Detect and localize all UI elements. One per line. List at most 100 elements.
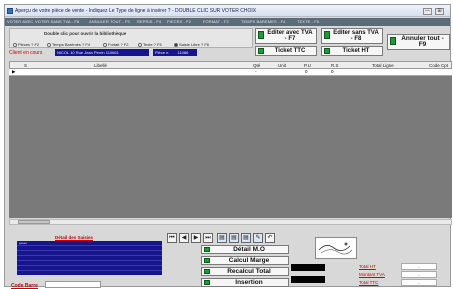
radio-saisie-libre-icon[interactable] — [174, 43, 178, 47]
radio-temps-baremes-icon[interactable] — [47, 43, 51, 47]
row-marker: ▶ — [12, 69, 16, 74]
total-ht-value: - — [401, 263, 437, 270]
margin-value-box — [291, 264, 325, 271]
add-record-icon[interactable]: ▤ — [217, 233, 227, 243]
code-barre-input[interactable] — [45, 281, 101, 288]
piece-label: Pièce n — [155, 50, 169, 55]
annuler-tout-button[interactable]: Annuler tout - F9 — [387, 34, 450, 50]
calcul-marge-label: Calcul Marge — [228, 257, 270, 264]
menu-item-repris[interactable]: REPRIS - F4 — [137, 19, 161, 24]
line-type-options: Double clic pour ouvrir la bibliothèque … — [9, 28, 253, 48]
radio-temps-baremes[interactable]: Temps Barémés ? F4 — [47, 42, 90, 47]
green-bar-icon — [390, 37, 396, 45]
green-bar-icon — [324, 31, 330, 39]
next-record-icon[interactable]: ▶ — [191, 233, 201, 243]
ticket-ttc-button[interactable]: Ticket TTC — [255, 46, 317, 56]
window-title: Aperçu de votre pièce de vente - Indique… — [15, 8, 257, 14]
menu-item-texte[interactable]: TEXTE - F5 — [297, 19, 319, 24]
menu-item-voter-avec[interactable]: VOTER AVEC — [7, 19, 33, 24]
prev-record-icon[interactable]: ◀ — [179, 233, 189, 243]
scrollbar-thumb[interactable] — [18, 220, 50, 224]
ticket-ttc-label: Ticket TTC — [274, 48, 306, 54]
total-value-box — [291, 276, 325, 283]
client-value: NICOL 10 Rue Jean Perrin 110661 — [55, 49, 149, 56]
code-barre-label: Code Barre — [11, 283, 38, 289]
detail-mo-label: Détail M.O — [233, 246, 265, 253]
menu-item-format[interactable]: FORMAT - F2 — [203, 19, 229, 24]
table-row[interactable]: ▶ - 0 0 — [9, 69, 452, 76]
radio-forfait[interactable]: Forfait ? F2 — [103, 42, 128, 47]
menu-item-annuler-tout[interactable]: ANNULER TOUT - F9 — [89, 19, 130, 24]
grid-header: S Libellé Qté Unit P.U R.S Total Ligne C… — [9, 61, 452, 69]
col-code-cpt[interactable]: Code Cpt — [429, 63, 448, 68]
title-bar: Aperçu de votre pièce de vente - Indique… — [5, 5, 450, 17]
detail-title: Détail des Saisies — [55, 235, 94, 240]
green-bar-icon — [204, 247, 210, 252]
col-total-ligne[interactable]: Total Ligne — [372, 63, 394, 68]
total-ttc-label: Total TTC — [359, 280, 379, 285]
menu-item-voter-sans-tva[interactable]: VOTER SANS TVA - F8 — [35, 19, 79, 24]
options-heading: Double clic pour ouvrir la bibliothèque — [44, 31, 127, 36]
client-row: Client en cours NICOL 10 Rue Jean Perrin… — [9, 49, 253, 57]
insertion-label: Insertion — [235, 279, 263, 286]
radio-saisie-libre[interactable]: Saisie Libre ? F6 — [174, 42, 209, 47]
col-s[interactable]: S — [24, 63, 27, 68]
detail-list[interactable]: ***** — [17, 241, 162, 275]
delete-record-icon[interactable]: ▤ — [229, 233, 239, 243]
edit-record-icon[interactable]: ▤ — [241, 233, 251, 243]
row-qte[interactable]: - — [255, 69, 257, 74]
green-bar-icon — [204, 280, 210, 285]
montant-tva-value: - — [401, 271, 437, 278]
green-bar-icon — [324, 48, 330, 54]
maximize-button[interactable]: ⊞ — [435, 8, 444, 15]
radio-texte-icon[interactable] — [138, 43, 142, 47]
col-rs[interactable]: R.S — [331, 63, 339, 68]
grid-body[interactable] — [9, 76, 452, 218]
main-window: Aperçu de votre pièce de vente - Indique… — [4, 4, 452, 289]
editer-sans-tva-label: Editer sans TVA - F8 — [333, 30, 379, 42]
col-unit[interactable]: Unit — [278, 63, 286, 68]
menu-item-pieces[interactable]: PIECES - F2 — [167, 19, 191, 24]
col-pu[interactable]: P.U — [304, 63, 311, 68]
radio-pieces[interactable]: Pièces ? F2 — [13, 42, 39, 47]
minimize-button[interactable]: — — [423, 8, 432, 15]
annuler-tout-label: Annuler tout - F9 — [401, 35, 444, 48]
app-icon — [7, 8, 13, 14]
editer-avec-tva-button[interactable]: Editer avec TVA - F7 — [255, 28, 317, 44]
col-qte[interactable]: Qté — [253, 63, 260, 68]
company-logo-image — [315, 237, 357, 259]
menu-item-temps-baremes[interactable]: TEMPS BAREMES - F4 — [241, 19, 285, 24]
total-ht-label: Total HT — [359, 264, 376, 269]
montant-tva-label: Montant TVA — [359, 272, 385, 277]
list-item[interactable] — [17, 266, 162, 271]
ticket-ht-button[interactable]: Ticket HT — [321, 46, 383, 56]
editer-avec-tva-label: Editer avec TVA - F7 — [267, 30, 313, 42]
radio-texte[interactable]: Texte ? F5 — [138, 42, 162, 47]
green-bar-icon — [258, 48, 264, 54]
editer-sans-tva-button[interactable]: Editer sans TVA - F8 — [321, 28, 383, 44]
recalcul-total-label: Recalcul Total — [227, 268, 271, 275]
green-bar-icon — [258, 31, 264, 39]
row-pu[interactable]: 0 — [305, 69, 308, 74]
total-ttc-value: - — [401, 279, 437, 286]
horizontal-scrollbar[interactable] — [9, 219, 452, 225]
row-rs[interactable]: 0 — [331, 69, 334, 74]
last-record-icon[interactable]: ⏭ — [203, 233, 213, 243]
radio-pieces-icon[interactable] — [13, 43, 17, 47]
green-bar-icon — [204, 269, 210, 274]
first-record-icon[interactable]: ⏮ — [167, 233, 177, 243]
insertion-button[interactable]: Insertion — [201, 278, 289, 287]
ticket-ht-label: Ticket HT — [342, 48, 370, 54]
col-libelle[interactable]: Libellé — [94, 63, 107, 68]
recalcul-total-button[interactable]: Recalcul Total — [201, 267, 289, 276]
undo-record-icon[interactable]: ↶ — [265, 233, 275, 243]
logo-sketch-icon — [318, 242, 353, 255]
piece-number: Pièce n 11086 — [153, 49, 197, 56]
radio-forfait-icon[interactable] — [103, 43, 107, 47]
menu-bar: VOTER AVEC VOTER SANS TVA - F8 ANNULER T… — [5, 18, 450, 26]
save-record-icon[interactable]: ✎ — [253, 233, 263, 243]
piece-value: 11086 — [177, 50, 189, 55]
green-bar-icon — [204, 258, 210, 263]
detail-mo-button[interactable]: Détail M.O — [201, 245, 289, 254]
calcul-marge-button[interactable]: Calcul Marge — [201, 256, 289, 265]
